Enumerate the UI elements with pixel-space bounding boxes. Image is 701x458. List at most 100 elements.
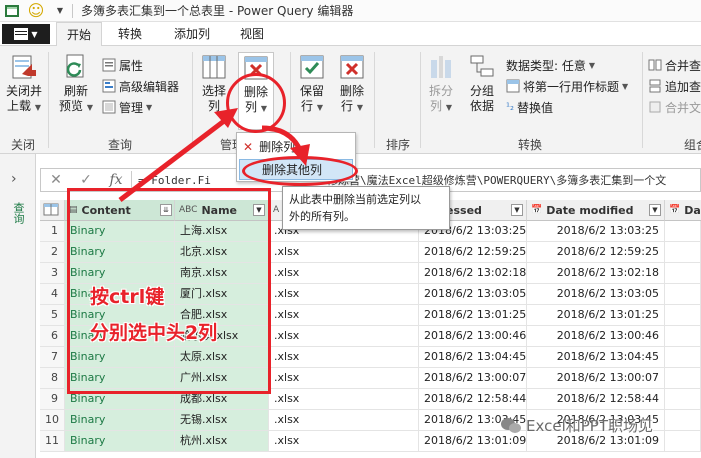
close-and-load-button[interactable]: 关闭并 上载 ▼	[2, 52, 46, 115]
choose-columns-button[interactable]: 选择 列	[196, 52, 232, 114]
cell-name[interactable]: 北京.xlsx	[175, 242, 269, 263]
cell-content[interactable]: Binary	[65, 347, 175, 368]
cell-date-created[interactable]	[665, 263, 701, 284]
cancel-formula-button[interactable]: ✕	[41, 169, 71, 191]
cell-date-accessed[interactable]: 2018/6/2 13:00:07	[419, 368, 527, 389]
cell-date-accessed[interactable]: 2018/6/2 13:03:05	[419, 284, 527, 305]
keep-rows-button[interactable]: 保留 行 ▼	[294, 52, 330, 115]
cell-content[interactable]: Binary	[65, 431, 175, 452]
cell-name[interactable]: 无锡.xlsx	[175, 410, 269, 431]
cell-name[interactable]: 成都.xlsx	[175, 389, 269, 410]
column-header-date-created[interactable]: 📅 Da	[665, 200, 701, 221]
cell-extension[interactable]: .xlsx	[269, 305, 419, 326]
row-number[interactable]: 1	[40, 221, 65, 242]
remove-rows-button[interactable]: 删除 行 ▼	[334, 52, 370, 115]
tab-home[interactable]: 开始	[56, 22, 102, 47]
cell-name[interactable]: 厦门.xlsx	[175, 284, 269, 305]
combine-files-button[interactable]: 合并文	[648, 98, 701, 116]
cell-date-created[interactable]	[665, 221, 701, 242]
cell-date-accessed[interactable]: 2018/6/2 13:01:25	[419, 305, 527, 326]
cell-extension[interactable]: .xlsx	[269, 263, 419, 284]
cell-date-modified[interactable]: 2018/6/2 12:59:25	[527, 242, 665, 263]
cell-date-accessed[interactable]: 2018/6/2 13:02:18	[419, 263, 527, 284]
row-number[interactable]: 5	[40, 305, 65, 326]
expand-pane-icon[interactable]: ›	[11, 171, 17, 187]
cell-date-accessed[interactable]: 2018/6/2 12:59:25	[419, 242, 527, 263]
refresh-preview-button[interactable]: 刷新 预览 ▼	[54, 52, 98, 115]
cell-extension[interactable]: .xlsx	[269, 410, 419, 431]
column-header-date-modified[interactable]: 📅 Date modified ▼	[527, 200, 665, 221]
merge-queries-button[interactable]: 合并查	[648, 56, 701, 74]
cell-date-modified[interactable]: 2018/6/2 13:01:25	[527, 305, 665, 326]
cell-name[interactable]: 太原.xlsx	[175, 347, 269, 368]
cell-name[interactable]: 广州.xlsx	[175, 368, 269, 389]
cell-date-created[interactable]	[665, 431, 701, 452]
cell-date-created[interactable]	[665, 284, 701, 305]
cell-date-created[interactable]	[665, 305, 701, 326]
remove-columns-button[interactable]: 删除 列 ▼	[238, 52, 274, 130]
cell-date-created[interactable]	[665, 347, 701, 368]
replace-values-button[interactable]: ¹₂ 替换值	[506, 98, 553, 116]
append-queries-button[interactable]: 追加查	[648, 77, 701, 95]
tab-view[interactable]: 视图	[232, 22, 272, 46]
row-number[interactable]: 7	[40, 347, 65, 368]
cell-extension[interactable]: .xlsx	[269, 389, 419, 410]
cell-name[interactable]: 上海.xlsx	[175, 221, 269, 242]
row-number[interactable]: 6	[40, 326, 65, 347]
formula-input[interactable]: = Folder.Fi	[138, 174, 211, 187]
cell-date-modified[interactable]: 2018/6/2 13:03:25	[527, 221, 665, 242]
cell-date-created[interactable]	[665, 389, 701, 410]
column-header-content[interactable]: ▤ Content ⇊	[65, 200, 175, 221]
smiley-icon[interactable]: ☺	[24, 1, 48, 21]
fx-icon[interactable]: fx	[101, 169, 131, 191]
row-number[interactable]: 10	[40, 410, 65, 431]
menu-item-remove-columns[interactable]: ✕ 删除列	[239, 136, 353, 157]
cell-extension[interactable]: .xlsx	[269, 431, 419, 452]
cell-content[interactable]: Binary	[65, 221, 175, 242]
quick-access-dropdown-icon[interactable]: ▼	[48, 1, 72, 21]
group-by-button[interactable]: 分组 依据	[464, 52, 500, 114]
cell-date-modified[interactable]: 2018/6/2 13:02:18	[527, 263, 665, 284]
cell-name[interactable]: 杭州.xlsx	[175, 431, 269, 452]
cell-date-accessed[interactable]: 2018/6/2 13:00:46	[419, 326, 527, 347]
column-header-name[interactable]: ABC Name ▼	[175, 200, 269, 221]
row-number[interactable]: 11	[40, 431, 65, 452]
split-column-button[interactable]: 拆分 列 ▼	[424, 52, 458, 115]
cell-date-created[interactable]	[665, 326, 701, 347]
cell-content[interactable]: Binary	[65, 410, 175, 431]
advanced-editor-button[interactable]: 高级编辑器	[102, 77, 179, 95]
row-number[interactable]: 3	[40, 263, 65, 284]
cell-extension[interactable]: .xlsx	[269, 347, 419, 368]
tab-add-column[interactable]: 添加列	[164, 22, 220, 46]
cell-content[interactable]: Binary	[65, 242, 175, 263]
row-number[interactable]: 2	[40, 242, 65, 263]
row-number[interactable]: 9	[40, 389, 65, 410]
cell-extension[interactable]: .xlsx	[269, 284, 419, 305]
first-row-as-headers-button[interactable]: 将第一行用作标题 ▼	[506, 77, 628, 95]
cell-date-modified[interactable]: 2018/6/2 13:00:46	[527, 326, 665, 347]
file-menu-button[interactable]: ▼	[2, 24, 50, 44]
cell-extension[interactable]: .xlsx	[269, 242, 419, 263]
grid-corner[interactable]	[40, 200, 65, 221]
cell-date-accessed[interactable]: 2018/6/2 12:58:44	[419, 389, 527, 410]
app-icon[interactable]	[0, 1, 24, 21]
cell-content[interactable]: Binary	[65, 368, 175, 389]
cell-date-modified[interactable]: 2018/6/2 12:58:44	[527, 389, 665, 410]
cell-extension[interactable]: .xlsx	[269, 326, 419, 347]
cell-date-created[interactable]	[665, 242, 701, 263]
cell-content[interactable]: Binary	[65, 389, 175, 410]
row-number[interactable]: 8	[40, 368, 65, 389]
expand-binary-icon[interactable]: ⇊	[160, 204, 172, 216]
manage-button[interactable]: 管理 ▼	[102, 98, 152, 116]
cell-date-created[interactable]	[665, 410, 701, 431]
menu-item-remove-other-columns[interactable]: 删除其他列	[239, 159, 353, 180]
cell-extension[interactable]: .xlsx	[269, 368, 419, 389]
cell-date-modified[interactable]: 2018/6/2 13:00:07	[527, 368, 665, 389]
cell-date-created[interactable]	[665, 368, 701, 389]
queries-label[interactable]: 查询	[10, 202, 26, 224]
filter-dropdown-icon[interactable]: ▼	[649, 204, 661, 216]
properties-button[interactable]: 属性	[102, 56, 143, 74]
filter-dropdown-icon[interactable]: ▼	[253, 204, 265, 216]
cell-content[interactable]: Binary	[65, 263, 175, 284]
cell-name[interactable]: 南京.xlsx	[175, 263, 269, 284]
